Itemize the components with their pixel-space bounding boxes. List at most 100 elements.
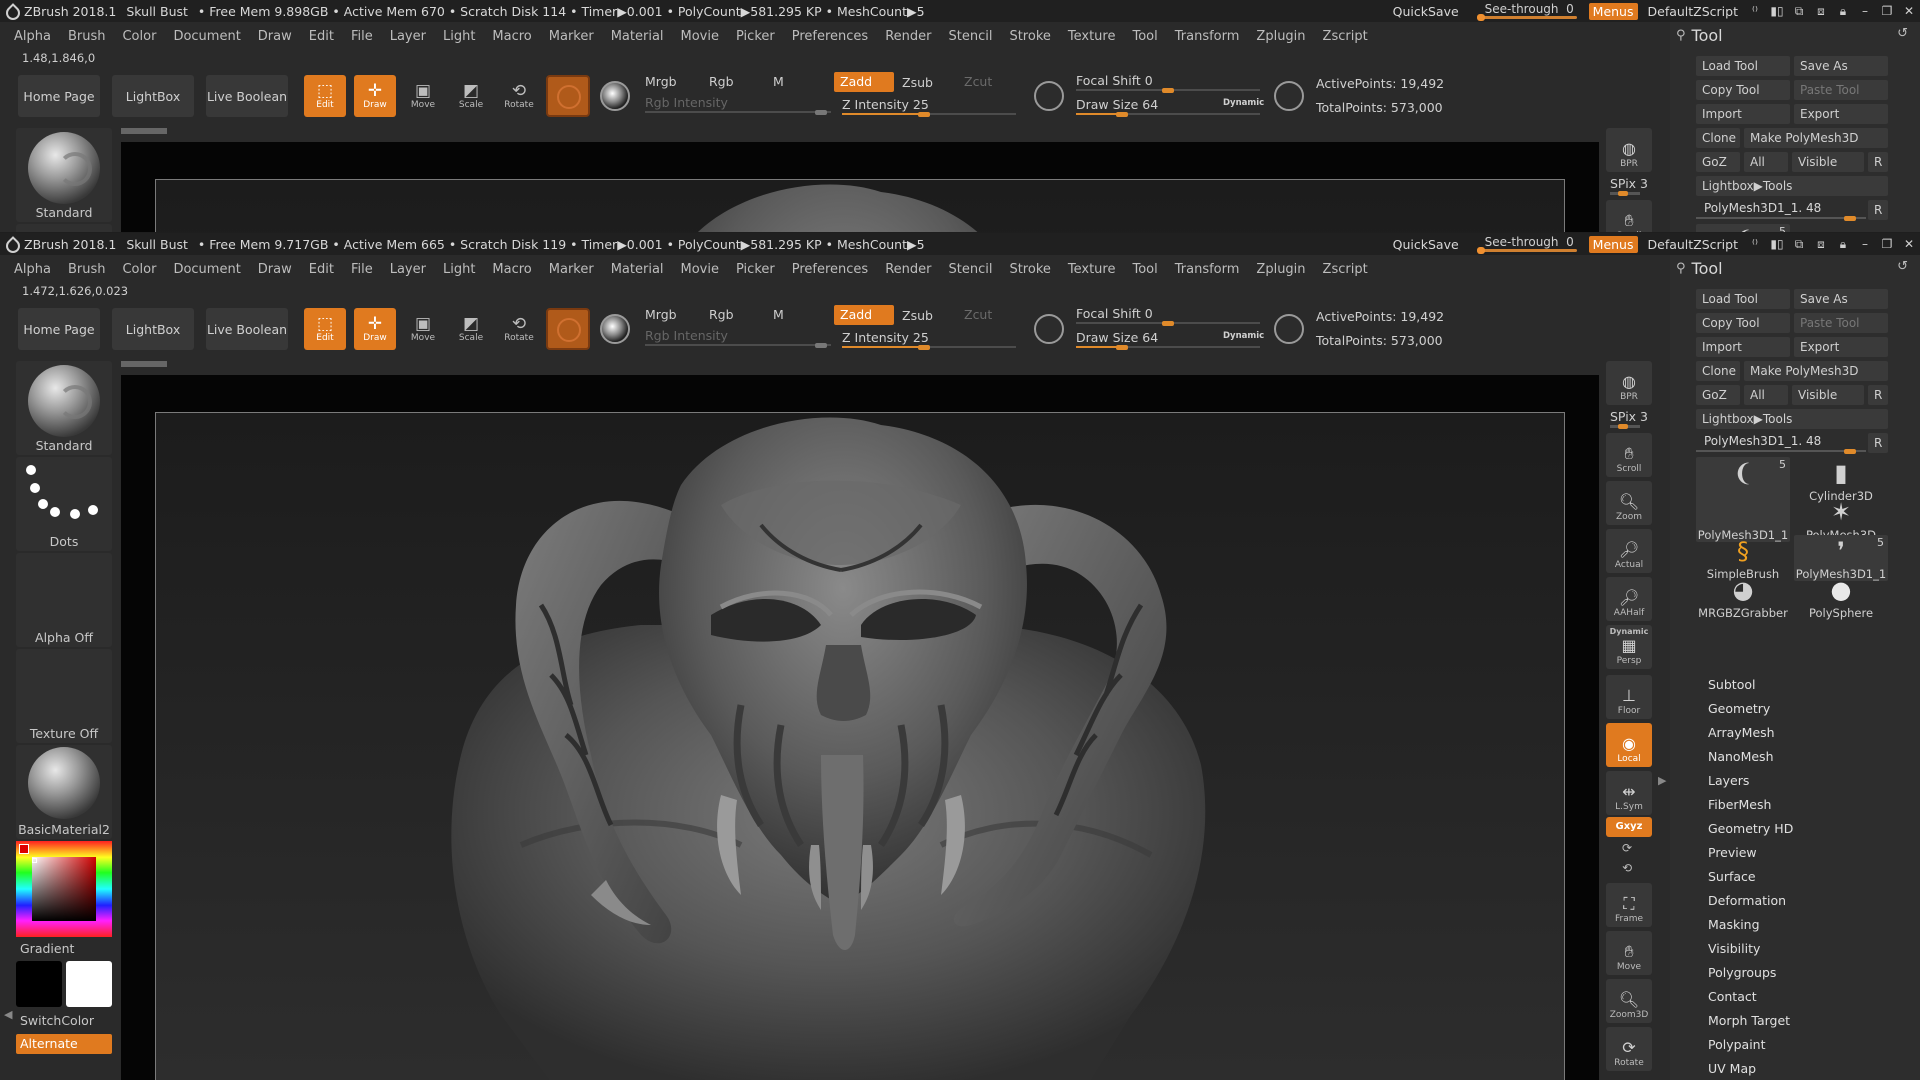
tool-thumb-polymesh3d1-1[interactable]: ❨5PolyMesh3D1_1 <box>1696 224 1790 232</box>
load-tool-button[interactable]: Load Tool <box>1696 289 1790 309</box>
floor-button[interactable]: ⊥ Floor <box>1606 675 1652 719</box>
move-mode-button[interactable]: ▣ Move <box>402 75 444 117</box>
material-selector-icon[interactable] <box>600 314 630 344</box>
lock-icon[interactable]: 🔒︎ <box>1832 237 1854 252</box>
menu-movie[interactable]: Movie <box>681 29 719 44</box>
menu-light[interactable]: Light <box>443 262 475 277</box>
subpalette-surface[interactable]: Surface <box>1708 869 1756 884</box>
window-layout-icon[interactable]: ⧉ <box>1788 4 1810 19</box>
goz-all-button[interactable]: All <box>1744 385 1788 405</box>
z-rotate-icon[interactable]: ⟲ <box>1622 861 1636 875</box>
clone-button[interactable]: Clone <box>1696 361 1740 381</box>
z-intensity-slider[interactable]: Z Intensity 25 <box>842 329 1016 350</box>
paste-tool-button[interactable]: Paste Tool <box>1794 313 1888 333</box>
current-tool-r-button[interactable]: R <box>1868 200 1888 220</box>
restore-icon[interactable]: ❐ <box>1876 237 1898 251</box>
menus-toggle-button[interactable]: Menus <box>1588 235 1638 253</box>
pin-icon[interactable]: ⚲ <box>1676 28 1686 43</box>
rgb-button[interactable]: Rgb <box>703 305 734 325</box>
subpalette-contact[interactable]: Contact <box>1708 989 1757 1004</box>
menu-stencil[interactable]: Stencil <box>948 262 992 277</box>
menu-texture[interactable]: Texture <box>1068 262 1116 277</box>
see-through-slider[interactable]: See-through 0 <box>1476 2 1577 21</box>
stroke-slot[interactable]: Dots <box>16 457 112 551</box>
menu-zscript[interactable]: Zscript <box>1323 262 1368 277</box>
minimize-icon[interactable]: – <box>1854 237 1876 251</box>
mrgb-button[interactable]: Mrgb <box>639 305 677 325</box>
scale-mode-button[interactable]: ◩ Scale <box>450 308 492 350</box>
focal-shift-slider[interactable]: Focal Shift 0 <box>1076 305 1260 326</box>
menu-zplugin[interactable]: Zplugin <box>1256 29 1305 44</box>
zcut-button[interactable]: Zcut <box>958 72 992 92</box>
menu-render[interactable]: Render <box>885 262 931 277</box>
brush-slot[interactable]: Standard <box>16 128 112 222</box>
lazymouse-icon[interactable] <box>1274 81 1304 111</box>
subpalette-polypaint[interactable]: Polypaint <box>1708 1037 1766 1052</box>
menu-macro[interactable]: Macro <box>492 262 531 277</box>
window-layout-2-icon[interactable]: ⧈ <box>1810 237 1832 252</box>
restore-icon[interactable]: ❐ <box>1876 4 1898 18</box>
scroll-button[interactable]: ✋︎Scroll <box>1606 200 1652 232</box>
menu-marker[interactable]: Marker <box>549 262 594 277</box>
zsub-button[interactable]: Zsub <box>896 306 933 326</box>
copy-tool-button[interactable]: Copy Tool <box>1696 313 1790 333</box>
menu-alpha[interactable]: Alpha <box>14 29 51 44</box>
clone-button[interactable]: Clone <box>1696 128 1740 148</box>
menu-macro[interactable]: Macro <box>492 29 531 44</box>
save-as-button[interactable]: Save As <box>1794 289 1888 309</box>
rotate-mode-button[interactable]: ⟲ Rotate <box>498 308 540 350</box>
subpalette-nanomesh[interactable]: NanoMesh <box>1708 749 1774 764</box>
alternate-button[interactable]: Alternate <box>16 1034 112 1054</box>
edit-mode-button[interactable]: ⬚ Edit <box>304 75 346 117</box>
goz-button[interactable]: GoZ <box>1696 152 1740 172</box>
current-tool-r-button[interactable]: R <box>1868 433 1888 453</box>
export-button[interactable]: Export <box>1794 337 1888 357</box>
palette-reset-icon[interactable]: ↺ <box>1897 26 1908 41</box>
quicksave-button[interactable]: QuickSave <box>1393 4 1459 19</box>
zadd-button[interactable]: Zadd <box>834 72 894 92</box>
scale-mode-button[interactable]: ◩ Scale <box>450 75 492 117</box>
focal-shift-slider[interactable]: Focal Shift 0 <box>1076 72 1260 93</box>
tool-thumb-polymesh3d1-1[interactable]: ❨5PolyMesh3D1_1 <box>1696 457 1790 542</box>
subpalette-subtool[interactable]: Subtool <box>1708 677 1755 692</box>
default-zscript-button[interactable]: DefaultZScript <box>1648 237 1739 252</box>
subpalette-visibility[interactable]: Visibility <box>1708 941 1760 956</box>
save-as-button[interactable]: Save As <box>1794 56 1888 76</box>
menu-draw[interactable]: Draw <box>258 262 292 277</box>
lightbox-tools-button[interactable]: Lightbox▶Tools <box>1696 409 1888 429</box>
persp-button[interactable]: Dynamic ▦ Persp <box>1606 625 1652 669</box>
alpha-slot[interactable]: Alpha Off <box>16 553 112 647</box>
tool-thumb-mrgbzgrabber[interactable]: ◕ MRGBZGrabber <box>1696 574 1790 620</box>
menu-picker[interactable]: Picker <box>736 262 775 277</box>
material-slot[interactable]: BasicMaterial2 <box>16 745 112 839</box>
menu-stroke[interactable]: Stroke <box>1009 262 1050 277</box>
home-page-button[interactable]: Home Page <box>18 308 100 350</box>
rotate-mode-button[interactable]: ⟲ Rotate <box>498 75 540 117</box>
xyz-rotate-toggle[interactable]: Gxyz <box>1606 817 1652 837</box>
menu-stencil[interactable]: Stencil <box>948 29 992 44</box>
menu-brush[interactable]: Brush <box>68 262 106 277</box>
see-through-slider[interactable]: See-through 0 <box>1476 235 1577 254</box>
import-button[interactable]: Import <box>1696 104 1790 124</box>
menu-material[interactable]: Material <box>611 262 664 277</box>
menu-material[interactable]: Material <box>611 29 664 44</box>
spotlight-icon[interactable] <box>1034 81 1064 111</box>
brush-selector-icon[interactable] <box>546 308 590 350</box>
edit-mode-button[interactable]: ⬚ Edit <box>304 308 346 350</box>
menu-file[interactable]: File <box>351 262 373 277</box>
copy-tool-button[interactable]: Copy Tool <box>1696 80 1790 100</box>
subpalette-morph-target[interactable]: Morph Target <box>1708 1013 1790 1028</box>
move-view-button[interactable]: ✋︎ Move <box>1606 931 1652 975</box>
document-scroll-thumb[interactable] <box>121 361 167 367</box>
switch-color-button[interactable]: SwitchColor <box>20 1013 94 1028</box>
live-boolean-button[interactable]: Live Boolean <box>206 308 288 350</box>
menu-edit[interactable]: Edit <box>309 29 334 44</box>
menu-edit[interactable]: Edit <box>309 262 334 277</box>
spotlight-icon[interactable] <box>1034 314 1064 344</box>
rgb-intensity-slider[interactable]: Rgb Intensity <box>645 327 831 348</box>
minimize-icon[interactable]: – <box>1854 4 1876 18</box>
scroll-button[interactable]: ✋︎Scroll <box>1606 433 1652 477</box>
window-layout-icon[interactable]: ⧉ <box>1788 237 1810 252</box>
subpalette-geometry[interactable]: Geometry <box>1708 701 1770 716</box>
menu-color[interactable]: Color <box>122 29 156 44</box>
